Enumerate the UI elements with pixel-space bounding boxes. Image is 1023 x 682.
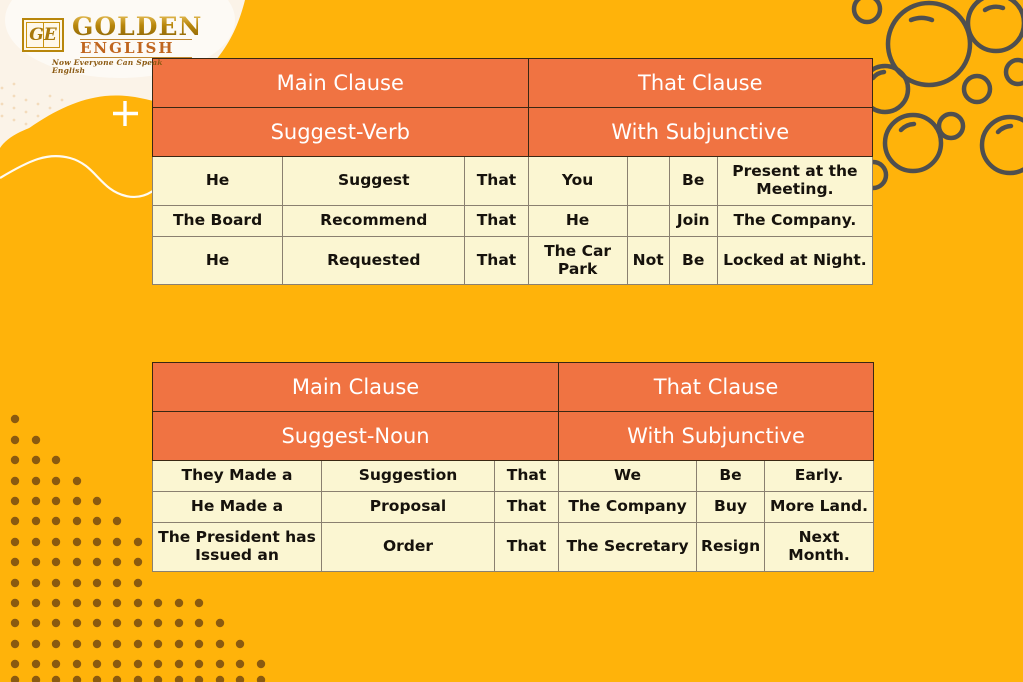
table-group-header-row: Main Clause That Clause [151,361,875,413]
brand-logo: GE GOLDEN ENGLISH Now Everyone Can Speak… [22,14,201,75]
table-cell: The Company. [716,204,874,237]
table-row: He Made a Proposal That The Company Buy … [152,491,875,523]
table-cell [626,156,670,206]
header-main-clause: Main Clause [151,361,560,413]
table-row: They Made a Suggestion That We Be Early. [152,460,875,493]
table-cell: More Land. [764,491,875,523]
table-cell: He [151,235,284,286]
header-that-clause: That Clause [527,57,874,109]
table-cell: That [493,521,560,572]
table-cell: We [558,460,698,493]
table-cell: That [464,156,529,206]
table-cell: The Car Park [527,235,628,286]
table-cell: Recommend [282,204,466,237]
suggest-noun-table: Main Clause That Clause Suggest-Noun Wit… [151,361,875,572]
header-that-clause: That Clause [558,361,875,413]
table-sub-header-row: Suggest-Verb With Subjunctive [152,107,874,158]
header-suggest-verb: Suggest-Verb [152,107,529,158]
table-cell: Early. [764,460,875,493]
logo-word-golden: GOLDEN [72,12,203,41]
table-cell: They Made a [152,460,322,493]
table-cell: Next Month. [764,521,875,572]
header-with-subjunctive: With Subjunctive [558,411,875,462]
bubble-highlights [870,4,1014,135]
table-cell: He [527,204,628,237]
header-with-subjunctive: With Subjunctive [527,107,874,158]
table-cell: He [151,156,284,206]
table-row: The Board Recommend That He Join The Com… [151,204,874,237]
table-row: The President has Issued an Order That T… [152,521,875,572]
table-cell: That [464,204,529,237]
logo-monogram-badge: GE [22,18,64,52]
suggest-verb-table: Main Clause That Clause Suggest-Verb Wit… [151,57,874,286]
logo-monogram-text: GE [26,22,60,48]
table-cell: Not [626,235,670,286]
table-cell: Suggest [282,156,466,206]
table-cell: Buy [696,491,766,523]
table-cell: Join [668,204,718,237]
table-cell: Suggestion [321,460,495,493]
table-cell: Resign [696,521,766,572]
table-cell: The Company [558,491,698,523]
table-row: He Suggest That You Be Present at the Me… [151,156,874,206]
table-cell: Proposal [321,491,495,523]
table-cell: He Made a [152,491,322,523]
bubble-cluster [851,0,1023,191]
table-sub-header-row: Suggest-Noun With Subjunctive [151,411,875,462]
table-cell [626,204,670,237]
table-cell: The President has Issued an [152,521,322,572]
table-row: He Requested That The Car Park Not Be Lo… [151,235,874,286]
header-main-clause: Main Clause [152,57,529,109]
table-cell: Be [696,460,766,493]
table-cell: The Secretary [558,521,698,572]
table-cell: That [464,235,529,286]
table-cell: That [493,460,560,493]
table-cell: Present at the Meeting. [716,156,874,206]
table-cell: Requested [282,235,466,286]
logo-tagline: Now Everyone Can Speak English [52,58,163,75]
plus-icon [113,101,138,126]
table-cell: That [493,491,560,523]
header-suggest-noun: Suggest-Noun [151,411,560,462]
table-cell: Order [321,521,495,572]
table-cell: You [527,156,628,206]
blob-dot-texture [0,82,64,126]
logo-word-english: ENGLISH [80,39,175,57]
table-cell: Locked at Night. [716,235,874,286]
table-cell: Be [668,235,718,286]
table-cell: The Board [151,204,284,237]
table-cell: Be [668,156,718,206]
table-group-header-row: Main Clause That Clause [152,57,874,109]
